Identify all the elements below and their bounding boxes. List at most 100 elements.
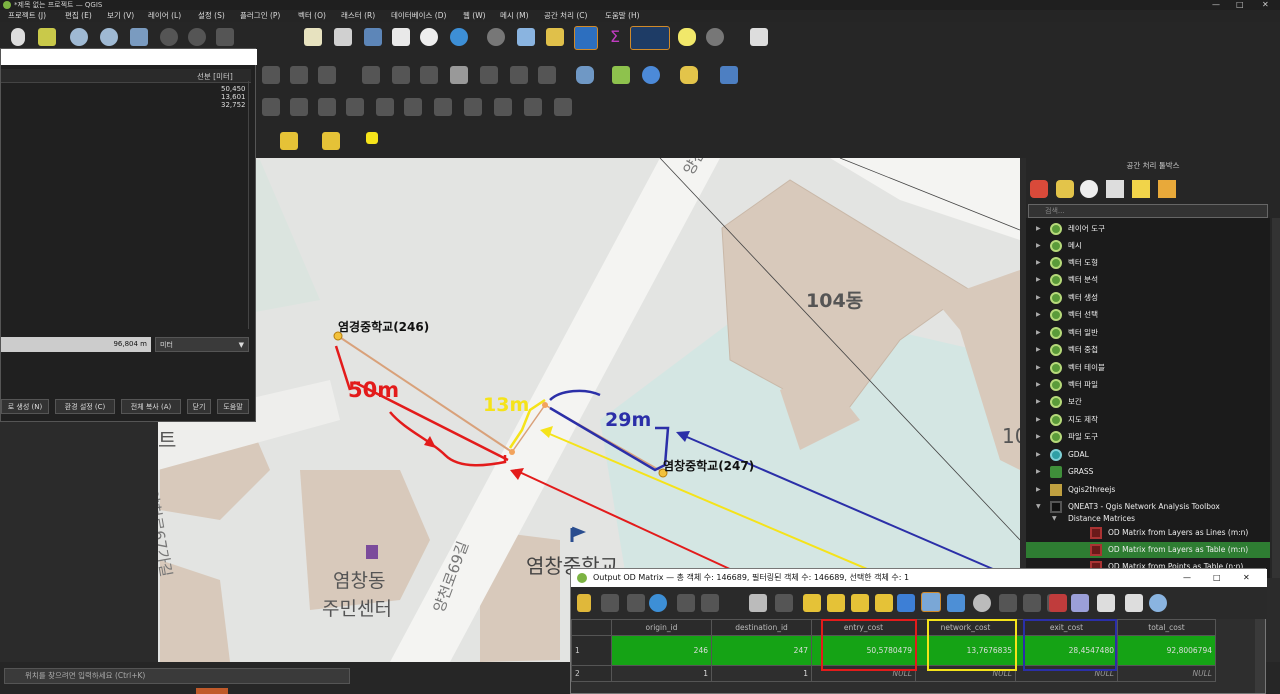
settings-button[interactable]: 환경 설정 (C) xyxy=(55,399,115,414)
new-field-icon[interactable] xyxy=(999,594,1017,612)
statistics-icon[interactable] xyxy=(546,28,564,46)
tree-item-vector-selection[interactable]: ▶ 벡터 선택 xyxy=(1026,307,1270,323)
menu-settings[interactable]: 설정 (S) xyxy=(198,10,225,22)
conditional-format-icon[interactable] xyxy=(1049,594,1067,612)
qneat-icon[interactable] xyxy=(612,66,630,84)
vertical-scrollbar[interactable] xyxy=(1255,619,1265,693)
digitize-icon[interactable] xyxy=(262,66,280,84)
deselect-all-icon[interactable] xyxy=(875,594,893,612)
row-number[interactable]: 2 xyxy=(571,665,612,682)
copy-features-icon[interactable] xyxy=(450,66,468,84)
new-measure-button[interactable]: 로 생성 (N) xyxy=(1,399,49,414)
undo-icon[interactable] xyxy=(510,66,528,84)
tree-item-layer-tools[interactable]: ▶ 레이어 도구 xyxy=(1026,221,1270,237)
tree-item-gdal[interactable]: ▶ GDAL xyxy=(1026,447,1270,463)
zoom-full-icon[interactable] xyxy=(130,28,148,46)
add-part-icon[interactable] xyxy=(376,98,394,116)
delete-part-icon[interactable] xyxy=(464,98,482,116)
undo-edit-icon[interactable] xyxy=(318,66,336,84)
delete-ring-icon[interactable] xyxy=(434,98,452,116)
history-icon[interactable] xyxy=(1080,180,1098,198)
help-button[interactable]: 도움말 xyxy=(217,399,249,414)
attribute-table-icon[interactable] xyxy=(517,28,535,46)
zoom-out-icon[interactable] xyxy=(100,28,118,46)
close-icon[interactable]: ✕ xyxy=(1262,0,1269,10)
maximize-icon[interactable]: □ xyxy=(1236,0,1244,10)
settings-gear-icon[interactable] xyxy=(706,28,724,46)
tree-item-vector-table[interactable]: ▶ 벡터 테이블 xyxy=(1026,360,1270,376)
deselect-icon[interactable] xyxy=(322,132,340,150)
menu-database[interactable]: 데이터베이스 (D) xyxy=(391,10,446,22)
results-viewer-icon[interactable] xyxy=(1106,180,1124,198)
refresh-icon[interactable] xyxy=(450,28,468,46)
show-bookmarks-icon[interactable] xyxy=(334,28,352,46)
menu-raster[interactable]: 래스터 (R) xyxy=(341,10,375,22)
tree-item-file-tools[interactable]: ▶ 파일 도구 xyxy=(1026,429,1270,445)
paste-features-icon[interactable] xyxy=(480,66,498,84)
close-button[interactable]: 닫기 xyxy=(187,399,211,414)
cell-origin-id[interactable]: 1 xyxy=(611,665,712,682)
row-number[interactable]: 1 xyxy=(571,635,612,666)
reshape-icon[interactable] xyxy=(494,98,512,116)
models-icon[interactable] xyxy=(1030,180,1048,198)
annotation-icon[interactable] xyxy=(678,28,696,46)
db-manager-icon[interactable] xyxy=(576,66,594,84)
python-scripts-icon[interactable] xyxy=(1056,180,1074,198)
toolbox-search-input[interactable]: 검색... xyxy=(1028,204,1268,218)
tree-item-vector-creation[interactable]: ▶ 벡터 생성 xyxy=(1026,290,1270,306)
zoom-map-icon[interactable] xyxy=(973,594,991,612)
menu-help[interactable]: 도움말 (H) xyxy=(605,10,640,22)
menu-project[interactable]: 프로젝트 (J) xyxy=(8,10,46,22)
reload-icon[interactable] xyxy=(649,594,667,612)
tree-item-mesh[interactable]: ▶ 메시 xyxy=(1026,238,1270,254)
sum-icon[interactable]: Σ xyxy=(606,28,624,46)
processing-gear-icon[interactable] xyxy=(574,26,598,50)
organize-columns-icon[interactable] xyxy=(1125,594,1143,612)
tree-item-vector-overlay[interactable]: ▶ 벡터 중첩 xyxy=(1026,342,1270,358)
cell-total-cost[interactable]: NULL xyxy=(1117,665,1216,682)
maximize-icon[interactable]: □ xyxy=(1213,569,1221,587)
select-location-icon[interactable] xyxy=(366,132,378,144)
col-origin-id[interactable]: origin_id xyxy=(611,619,712,636)
minimize-icon[interactable]: — xyxy=(1183,569,1191,587)
text-annotation-icon[interactable] xyxy=(750,28,768,46)
tree-item-vector-geometry[interactable]: ▶ 벡터 도형 xyxy=(1026,255,1270,271)
temporal-icon[interactable] xyxy=(364,28,382,46)
tree-item-grass[interactable]: ▶ GRASS xyxy=(1026,464,1270,480)
cell-destination-id[interactable]: 247 xyxy=(711,635,812,666)
tree-item-od-lines[interactable]: OD Matrix from Layers as Lines (m:n) xyxy=(1026,525,1270,541)
filter-icon[interactable] xyxy=(897,594,915,612)
menu-web[interactable]: 웹 (W) xyxy=(463,10,486,22)
paste-icon[interactable] xyxy=(775,594,793,612)
col-destination-id[interactable]: destination_id xyxy=(711,619,812,636)
minimize-icon[interactable]: — xyxy=(1212,0,1220,10)
advanced-digitize-icon[interactable] xyxy=(262,98,280,116)
zoom-native-icon[interactable] xyxy=(216,28,234,46)
zoom-selection-icon[interactable] xyxy=(188,28,206,46)
tree-item-vector-analysis[interactable]: ▶ 벡터 분석 xyxy=(1026,272,1270,288)
add-feature-icon[interactable] xyxy=(677,594,695,612)
edit-features-icon[interactable] xyxy=(1132,180,1150,198)
tree-item-cartography[interactable]: ▶ 지도 제작 xyxy=(1026,412,1270,428)
close-icon[interactable]: ✕ xyxy=(1243,569,1250,587)
select-features-icon[interactable] xyxy=(280,132,298,150)
identify-icon[interactable] xyxy=(487,28,505,46)
select-all-icon[interactable] xyxy=(827,594,845,612)
split-features-icon[interactable] xyxy=(554,98,572,116)
select-expression-icon[interactable] xyxy=(803,594,821,612)
dock-icon[interactable] xyxy=(1097,594,1115,612)
globe-icon[interactable] xyxy=(642,66,660,84)
menu-processing[interactable]: 공간 처리 (C) xyxy=(544,10,587,22)
zoom-layer-icon[interactable] xyxy=(160,28,178,46)
invert-selection-icon[interactable] xyxy=(851,594,869,612)
delete-field-icon[interactable] xyxy=(1023,594,1041,612)
offset-curve-icon[interactable] xyxy=(524,98,542,116)
edit-attributes-icon[interactable] xyxy=(362,66,380,84)
cell-total-cost[interactable]: 92,8006794 xyxy=(1117,635,1216,666)
tree-subgroup-distance-matrices[interactable]: ▼ Distance Matrices xyxy=(1026,513,1270,525)
tree-item-od-table-selected[interactable]: OD Matrix from Layers as Table (m:n) xyxy=(1026,542,1270,558)
total-field[interactable]: 96,804 m xyxy=(1,337,151,352)
move-selection-top-icon[interactable] xyxy=(921,592,941,612)
menu-view[interactable]: 보기 (V) xyxy=(107,10,134,22)
actions-icon[interactable] xyxy=(1071,594,1089,612)
